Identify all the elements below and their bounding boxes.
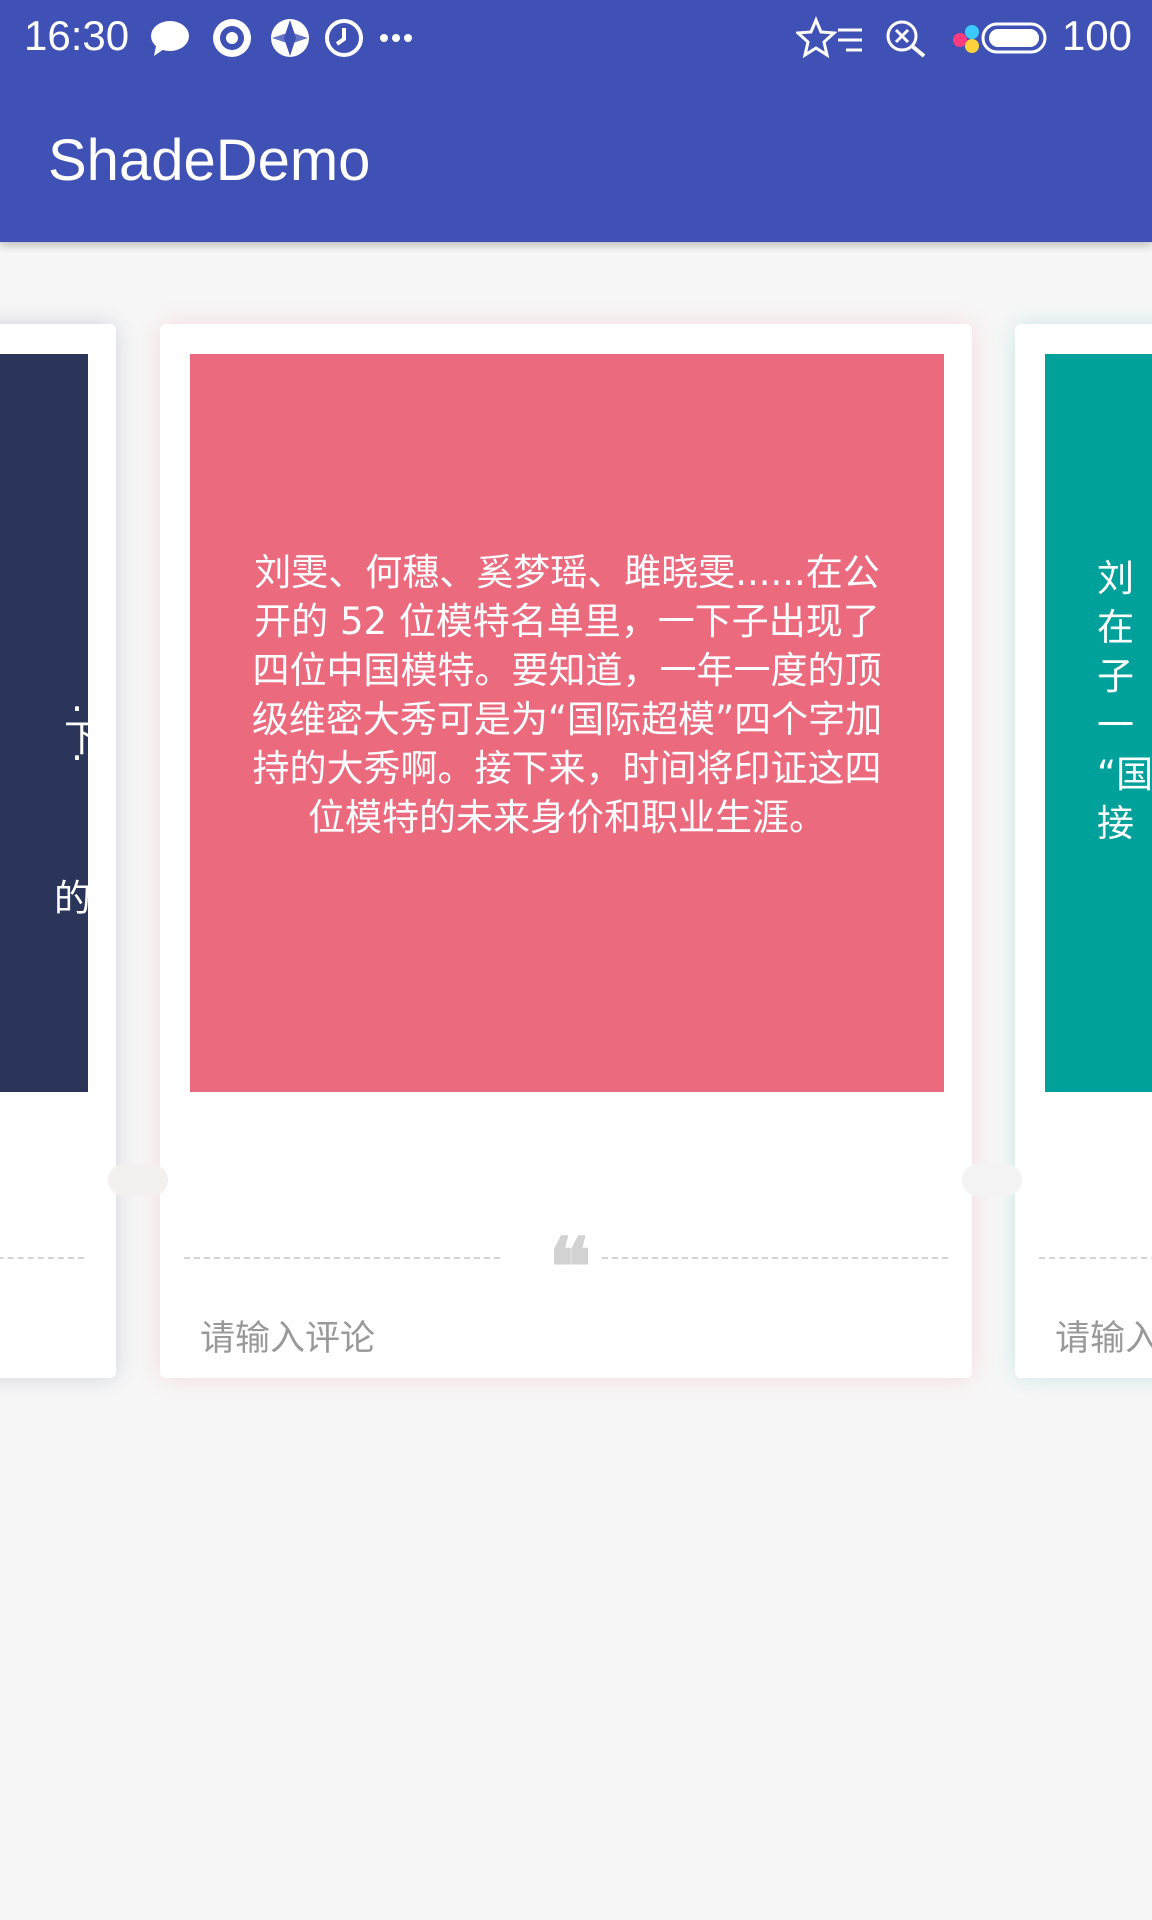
battery-icon xyxy=(981,22,1047,54)
star-signal-icon xyxy=(796,16,862,59)
card-text-fragment: 刘 xyxy=(1097,557,1134,600)
app-bar: 16:30 100 ShadeDemo xyxy=(0,0,1152,242)
card-text-fragment: 一 xyxy=(1097,704,1134,747)
more-dots-icon xyxy=(380,34,412,42)
comment-input[interactable] xyxy=(1055,1304,1152,1374)
card-text-fragment: “国 xyxy=(1097,753,1152,796)
clock-icon xyxy=(325,19,363,57)
aperture-icon xyxy=(271,19,309,57)
app-title: ShadeDemo xyxy=(48,128,371,193)
card-text-fragment: 下 xyxy=(64,717,101,760)
card-text-fragment: 子 xyxy=(1097,655,1134,698)
card-current[interactable]: 刘雯、何穗、奚梦瑶、雎晓雯......在公开的 52 位模特名单里，一下子出现了… xyxy=(160,324,972,1378)
card-carousel[interactable]: . . 下 的 刘雯、何穗、奚梦瑶、雎晓雯......在公开的 52 位模特名单… xyxy=(0,242,1152,1422)
quote-icon: ❝ xyxy=(548,1225,592,1313)
card-divider xyxy=(0,1257,84,1259)
card-text-fragment: 在 xyxy=(1097,606,1134,649)
card-text: 刘雯、何穗、奚梦瑶、雎晓雯......在公开的 52 位模特名单里，一下子出现了… xyxy=(251,551,883,839)
search-off-icon xyxy=(886,20,926,58)
card-notch-left xyxy=(108,1164,168,1196)
card-image: . . 下 的 xyxy=(0,354,101,1092)
card-text-fragment: 接 xyxy=(1097,802,1134,845)
status-bar: 16:30 100 xyxy=(0,0,1152,76)
card-notch-right xyxy=(962,1164,1022,1196)
card-next[interactable]: 刘 在 子 一 “国 接 xyxy=(1015,324,1152,1378)
card-divider-right xyxy=(602,1257,948,1259)
battery-level: 100 xyxy=(1061,12,1132,59)
chat-bubble-icon xyxy=(151,21,189,56)
card-image: 刘 在 子 一 “国 接 xyxy=(1045,354,1152,1092)
card-previous[interactable]: . . 下 的 xyxy=(0,324,116,1378)
card-text-fragment: 的 xyxy=(54,877,91,920)
card-divider-left xyxy=(184,1257,500,1259)
comment-input[interactable] xyxy=(200,1304,900,1374)
card-image: 刘雯、何穗、奚梦瑶、雎晓雯......在公开的 52 位模特名单里，一下子出现了… xyxy=(190,354,944,1092)
target-icon xyxy=(213,19,251,57)
card-divider xyxy=(1039,1257,1152,1259)
status-time: 16:30 xyxy=(24,12,130,59)
